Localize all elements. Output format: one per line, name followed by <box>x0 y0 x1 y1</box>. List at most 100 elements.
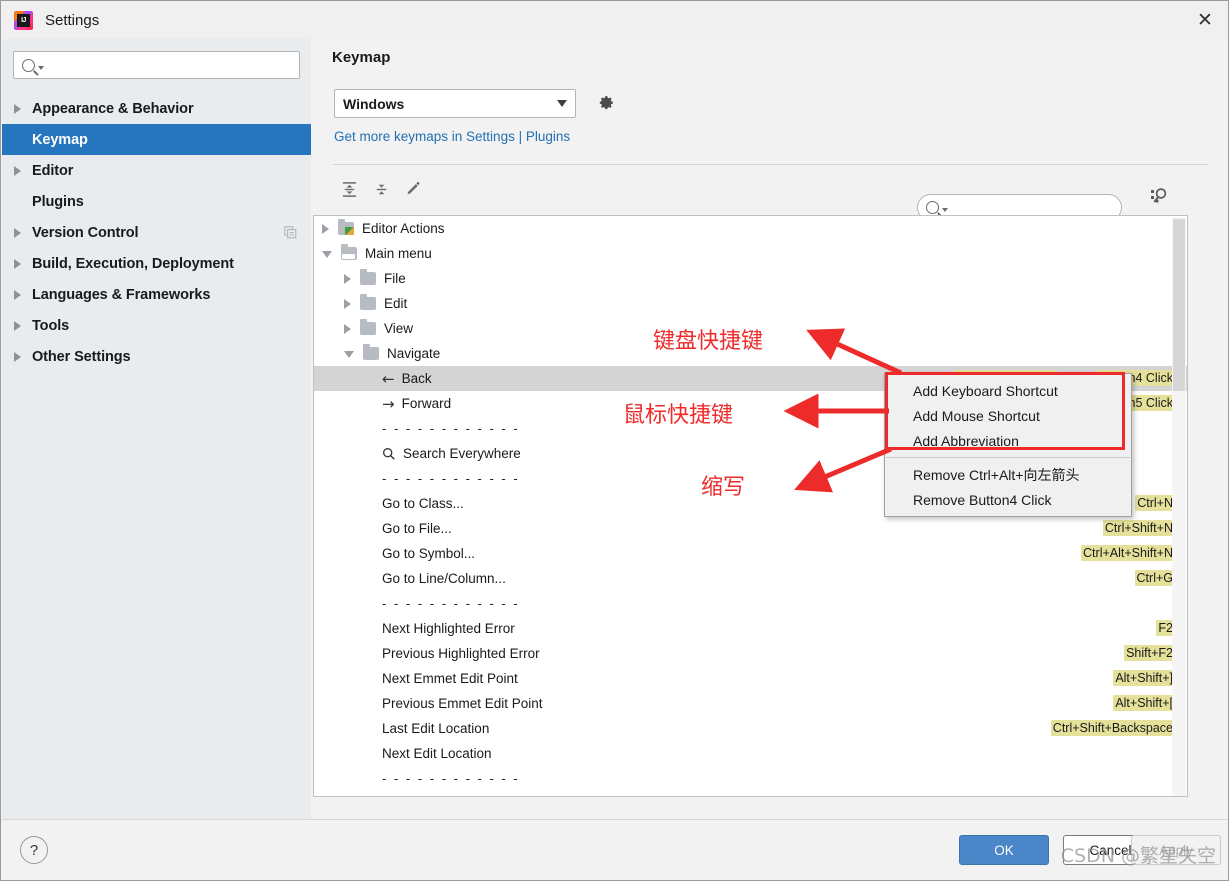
annotation-label-mouse-shortcut: 鼠标快捷键 <box>623 403 734 428</box>
tree-separator: - - - - - - - - - - - - <box>382 471 520 486</box>
ok-button[interactable]: OK <box>959 835 1049 865</box>
chevron-right-icon[interactable] <box>344 323 351 334</box>
tree-row-label: Go to Symbol... <box>382 546 476 561</box>
chevron-right-icon[interactable] <box>14 351 21 362</box>
menu-item-remove-mouse-shortcut[interactable]: Remove Button4 Click <box>885 487 1131 512</box>
chevron-right-icon[interactable] <box>14 227 21 238</box>
search-input[interactable] <box>48 56 293 74</box>
tree-row-label: Edit <box>384 296 408 311</box>
shortcut-badge: Ctrl+Shift+Backspace <box>1050 720 1175 736</box>
sidebar-item-label: Editor <box>32 162 74 179</box>
chevron-right-icon[interactable] <box>14 258 21 269</box>
tree-row-label: Go to File... <box>382 521 452 536</box>
dialog-footer: ? OK Cancel Apply <box>2 819 1228 879</box>
tree-row[interactable]: Previous Emmet Edit Point Alt+Shift+[ <box>314 691 1187 716</box>
sidebar-item-tools[interactable]: Tools <box>2 310 311 341</box>
expand-all-icon[interactable] <box>333 175 365 203</box>
chevron-down-icon[interactable] <box>344 351 354 358</box>
chevron-right-icon[interactable] <box>344 273 351 284</box>
page-title: Keymap <box>332 49 391 66</box>
chevron-right-icon[interactable] <box>14 289 21 300</box>
sidebar-nav-list: Appearance & Behavior Keymap Editor Plug… <box>2 93 311 372</box>
sidebar-item-appearance-behavior[interactable]: Appearance & Behavior <box>2 93 311 124</box>
tree-row[interactable]: - - - - - - - - - - - - <box>314 766 1187 791</box>
title-bar: Settings ✕ <box>1 1 1228 39</box>
annotation-label-abbreviation: 缩写 <box>701 475 746 500</box>
search-dropdown-caret-icon[interactable] <box>38 65 44 70</box>
sidebar-item-plugins[interactable]: Plugins <box>2 186 311 217</box>
shortcut-badge: Ctrl+Shift+N <box>1102 520 1175 536</box>
keymap-search-input[interactable] <box>952 199 1132 216</box>
tree-row[interactable]: Next Emmet Edit Point Alt+Shift+] <box>314 666 1187 691</box>
tree-row[interactable]: Previous Highlighted Error Shift+F2 <box>314 641 1187 666</box>
shortcut-context-menu[interactable]: Add Keyboard Shortcut Add Mouse Shortcut… <box>884 373 1132 517</box>
edit-pencil-icon[interactable] <box>397 175 429 203</box>
tree-scrollbar[interactable] <box>1172 217 1186 796</box>
tree-row[interactable]: Next Edit Location <box>314 741 1187 766</box>
intellij-idea-logo-icon <box>14 10 33 30</box>
folder-icon <box>363 344 379 360</box>
collapse-all-icon[interactable] <box>365 175 397 203</box>
menu-item-add-abbreviation[interactable]: Add Abbreviation <box>885 428 1131 453</box>
menu-item-remove-keyboard-shortcut[interactable]: Remove Ctrl+Alt+向左箭头 <box>885 462 1131 487</box>
tree-row-label: Previous Highlighted Error <box>382 646 540 661</box>
get-more-keymaps-link[interactable]: Get more keymaps in Settings | Plugins <box>334 129 570 144</box>
sidebar-item-label: Languages & Frameworks <box>32 286 211 303</box>
menu-item-add-mouse-shortcut[interactable]: Add Mouse Shortcut <box>885 403 1131 428</box>
chevron-right-icon[interactable] <box>344 298 351 309</box>
tree-row[interactable]: Next Highlighted Error F2 <box>314 616 1187 641</box>
menu-item-add-keyboard-shortcut[interactable]: Add Keyboard Shortcut <box>885 378 1131 403</box>
tree-row-label: Back <box>401 371 432 386</box>
tree-row-label: Next Highlighted Error <box>382 621 515 636</box>
search-dropdown-caret-icon[interactable] <box>942 208 948 212</box>
tree-separator: - - - - - - - - - - - - <box>382 771 520 786</box>
tree-separator: - - - - - - - - - - - - <box>382 596 520 611</box>
sidebar-item-languages-frameworks[interactable]: Languages & Frameworks <box>2 279 311 310</box>
tree-row-label: Next Emmet Edit Point <box>382 671 518 686</box>
tree-row[interactable]: Go to Line/Column... Ctrl+G <box>314 566 1187 591</box>
close-icon[interactable]: ✕ <box>1182 1 1228 39</box>
tree-row-label: Navigate <box>387 346 441 361</box>
tree-row-label: File <box>384 271 406 286</box>
chevron-right-icon[interactable] <box>14 103 21 114</box>
keymap-select[interactable]: Windows <box>334 89 576 118</box>
help-question-icon[interactable]: ? <box>20 836 48 864</box>
sidebar-item-other-settings[interactable]: Other Settings <box>2 341 311 372</box>
sidebar-item-label: Other Settings <box>32 348 131 365</box>
tree-row[interactable]: Editor Actions <box>314 216 1187 241</box>
sidebar-item-build-execution-deployment[interactable]: Build, Execution, Deployment <box>2 248 311 279</box>
gear-icon[interactable] <box>595 93 617 115</box>
tree-row[interactable]: Edit <box>314 291 1187 316</box>
shortcut-badge: Shift+F2 <box>1124 645 1175 661</box>
tree-row[interactable]: Last Edit Location Ctrl+Shift+Backspace <box>314 716 1187 741</box>
chevron-right-icon[interactable] <box>322 223 329 234</box>
tree-row-label: Previous Emmet Edit Point <box>382 696 543 711</box>
tree-row[interactable]: File <box>314 266 1187 291</box>
tree-row[interactable]: - - - - - - - - - - - - <box>314 591 1187 616</box>
find-by-shortcut-icon[interactable] <box>1147 184 1171 208</box>
chevron-down-icon[interactable] <box>322 251 332 258</box>
chevron-right-icon[interactable] <box>14 165 21 176</box>
tree-row[interactable]: Go to Symbol... Ctrl+Alt+Shift+N <box>314 541 1187 566</box>
tree-row-label: Go to Line/Column... <box>382 571 506 586</box>
sidebar-item-version-control[interactable]: Version Control <box>2 217 311 248</box>
editor-actions-folder-icon <box>338 219 354 235</box>
tree-row[interactable]: Go to File... Ctrl+Shift+N <box>314 516 1187 541</box>
sidebar-search[interactable] <box>13 51 300 79</box>
tree-row[interactable]: Main menu <box>314 241 1187 266</box>
annotation-label-keyboard-shortcut: 键盘快捷键 <box>653 329 764 354</box>
sidebar-item-editor[interactable]: Editor <box>2 155 311 186</box>
chevron-right-icon[interactable] <box>14 320 21 331</box>
sidebar-item-keymap[interactable]: Keymap <box>2 124 311 155</box>
tree-row-label: Forward <box>401 396 452 411</box>
tree-scrollbar-thumb[interactable] <box>1173 219 1185 391</box>
